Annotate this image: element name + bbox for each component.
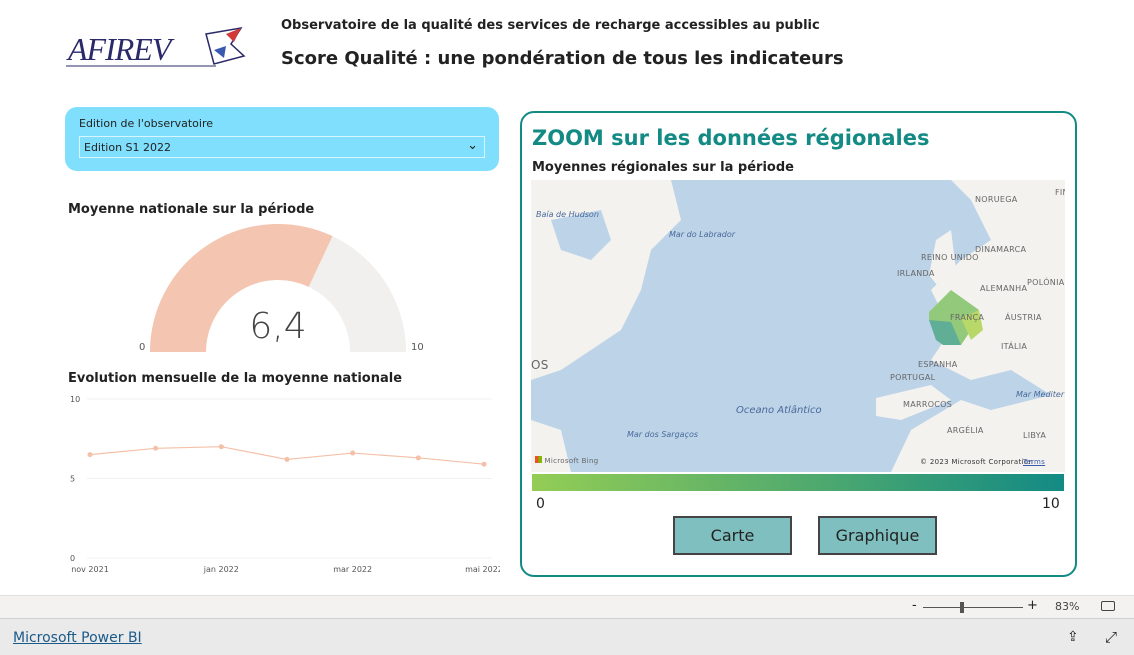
line-chart: 0 5 10 nov 2021 jan 2022 mar 2022 mai 2022: [70, 395, 500, 574]
slicer-label: Edition de l'observatoire: [79, 117, 214, 130]
map-terms-link[interactable]: Terms: [1023, 458, 1045, 466]
data-point[interactable]: [218, 444, 224, 450]
subtitle: Observatoire de la qualité des services …: [281, 18, 820, 33]
data-point[interactable]: [153, 445, 159, 451]
afirev-logo: AFIREV: [66, 24, 266, 74]
gauge-max: 10: [411, 342, 424, 353]
map-copyright: © 2023 Microsoft Corporation: [920, 458, 1034, 466]
sea-label: Mar do Labrador: [669, 230, 736, 239]
color-scale-legend: [532, 474, 1064, 491]
fit-to-page-icon[interactable]: [1101, 601, 1115, 611]
gauge-min: 0: [139, 342, 146, 353]
y-tick-label: 10: [70, 395, 80, 404]
country-label: ALEMANHA: [980, 284, 1028, 293]
country-label: POLÓNIA: [1027, 278, 1065, 287]
share-icon[interactable]: ⇪: [1067, 629, 1079, 645]
regional-title: ZOOM sur les données régionales: [532, 126, 930, 150]
sea-label: Mar dos Sargaços: [627, 430, 699, 439]
country-label: IRLANDA: [897, 269, 935, 278]
country-label: LIBYA: [1023, 431, 1047, 440]
line-chart-title: Evolution mensuelle de la moyenne nation…: [68, 371, 403, 386]
svg-text:AFIREV: AFIREV: [66, 31, 175, 67]
map-land: [531, 180, 1065, 472]
country-label: MARROCOS: [903, 400, 953, 409]
edition-slicer: Edition de l'observatoire Edition S1 202…: [65, 107, 499, 171]
zoom-slider[interactable]: [923, 607, 1023, 608]
zoom-level: 83%: [1055, 600, 1080, 613]
regional-map[interactable]: Baía de Hudson Mar do Labrador Oceano At…: [531, 180, 1065, 472]
country-label: NORUEGA: [975, 195, 1018, 204]
country-label: ARGÉLIA: [947, 426, 984, 435]
map-button[interactable]: Carte: [673, 516, 792, 555]
data-point[interactable]: [415, 455, 421, 461]
x-tick-label: mar 2022: [333, 565, 372, 574]
gauge-value: 6,4: [249, 306, 307, 347]
page-title: Score Qualité : une pondération de tous …: [281, 48, 844, 69]
chart-button[interactable]: Graphique: [818, 516, 937, 555]
zoom-bar: - + 83%: [0, 595, 1134, 618]
power-bi-link[interactable]: Microsoft Power BI: [13, 630, 142, 646]
x-tick-label: nov 2021: [71, 565, 109, 574]
x-tick-label: mai 2022: [465, 565, 500, 574]
map-title: Moyennes régionales sur la période: [532, 160, 794, 175]
edition-dropdown[interactable]: Edition S1 2022 ⌄: [79, 136, 485, 158]
sea-label: Baía de Hudson: [536, 210, 599, 219]
country-label: DINAMARCA: [975, 245, 1027, 254]
x-tick-label: jan 2022: [203, 565, 239, 574]
country-label: PORTUGAL: [890, 373, 936, 382]
country-label: FIN: [1055, 188, 1065, 197]
legend-min: 0: [536, 496, 545, 512]
dropdown-value: Edition S1 2022: [84, 141, 172, 154]
fullscreen-icon[interactable]: ⤢: [1105, 628, 1117, 646]
y-tick-label: 5: [70, 475, 75, 484]
country-label: ESPANHA: [918, 360, 958, 369]
data-point[interactable]: [284, 456, 290, 462]
data-point[interactable]: [350, 450, 356, 456]
country-label: FRANÇA: [950, 313, 985, 322]
bing-logo: Microsoft Bing: [535, 456, 598, 465]
zoom-out-button[interactable]: -: [912, 598, 917, 613]
map-edge-label: OS: [531, 358, 549, 372]
sea-label: Oceano Atlântico: [736, 405, 822, 416]
chevron-down-icon: ⌄: [467, 138, 478, 153]
data-point[interactable]: [481, 461, 487, 467]
sea-label: Mar Mediter: [1016, 390, 1065, 399]
footer-bar: [0, 618, 1134, 655]
zoom-in-button[interactable]: +: [1027, 598, 1038, 613]
y-tick-label: 0: [70, 554, 75, 563]
legend-max: 10: [1042, 496, 1060, 512]
country-label: ITÁLIA: [1001, 342, 1028, 351]
country-label: ÁUSTRIA: [1005, 313, 1042, 322]
country-label: REINO UNIDO: [921, 253, 979, 262]
data-point[interactable]: [87, 452, 93, 458]
zoom-slider-thumb[interactable]: [960, 602, 964, 613]
